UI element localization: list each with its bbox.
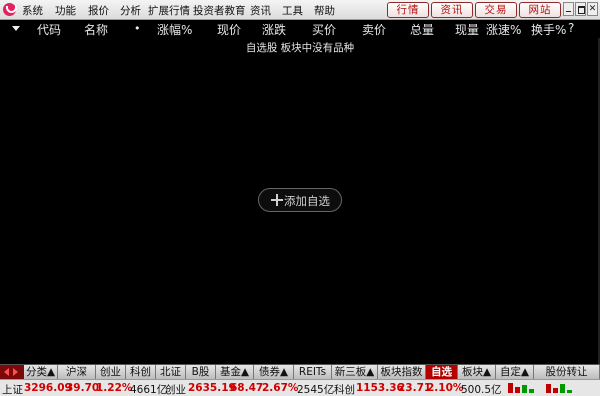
market-breadth-bars-icon	[546, 383, 574, 393]
tab-sectors[interactable]: 板块▲	[458, 365, 496, 379]
minimize-icon[interactable]	[563, 2, 574, 16]
menu-tools[interactable]: 工具	[282, 3, 303, 18]
menu-function[interactable]: 功能	[55, 3, 76, 18]
menu-help[interactable]: 帮助	[314, 3, 335, 18]
kc-index-pct: 2.10%	[427, 382, 464, 394]
menu-quote[interactable]: 报价	[88, 3, 109, 18]
index-status-bar: 上证 3296.09 39.70 1.22% 4661亿 创业 2635.19 …	[0, 379, 600, 396]
add-watchlist-label: 添加自选	[284, 194, 330, 208]
menu-bar: 系统 功能 报价 分析 扩展行情 投资者教育 资讯 工具 帮助 行情 资讯 交易…	[0, 0, 600, 20]
col-price[interactable]: 现价	[217, 21, 241, 38]
arrow-right-icon[interactable]	[13, 368, 18, 376]
sh-index-volume: 4661亿	[130, 384, 168, 396]
sh-index-pct: 1.22%	[96, 382, 133, 394]
tab-b-shares[interactable]: B股	[186, 365, 216, 379]
tab-bonds[interactable]: 债券▲	[254, 365, 294, 379]
arrow-left-icon[interactable]	[4, 368, 9, 376]
maximize-icon[interactable]	[575, 2, 586, 16]
tab-category[interactable]: 分类▲	[24, 365, 58, 379]
app-logo-icon[interactable]	[3, 3, 17, 16]
empty-list-message: 自选股 板块中没有品种	[245, 42, 355, 54]
menu-news[interactable]: 资讯	[250, 3, 271, 18]
add-watchlist-button[interactable]: 添加自选	[258, 188, 342, 212]
menu-system[interactable]: 系统	[22, 3, 43, 18]
kc-index-price: 1153.36	[356, 382, 404, 394]
rise-fall-bars-icon	[508, 383, 536, 393]
tab-beijing[interactable]: 北证	[156, 365, 186, 379]
col-code[interactable]: 代码	[37, 21, 61, 38]
sort-dropdown-icon[interactable]	[12, 26, 20, 31]
market-tab-bar: 分类▲ 沪深 创业 科创 北证 B股 基金▲ 债券▲ REITs 新三板▲ 板块…	[0, 364, 600, 379]
col-turnover-pct[interactable]: 换手%	[531, 21, 566, 38]
kc-index-label[interactable]: 科创	[334, 382, 355, 396]
col-change[interactable]: 涨跌	[262, 21, 286, 38]
trade-button[interactable]: 交易	[475, 2, 517, 18]
plus-icon	[269, 192, 285, 208]
menu-investor-education[interactable]: 投资者教育	[193, 3, 246, 18]
cy-index-change: 68.47	[230, 382, 264, 394]
cy-index-pct: 2.67%	[262, 382, 299, 394]
tab-chinext[interactable]: 创业	[96, 365, 126, 379]
close-icon[interactable]: ✕	[587, 2, 598, 16]
col-current-volume[interactable]: 现量	[455, 21, 479, 38]
tab-shanghai-shenzhen[interactable]: 沪深	[58, 365, 96, 379]
tab-watchlist[interactable]: 自选	[426, 365, 458, 379]
col-name[interactable]: 名称	[84, 21, 108, 38]
col-bid[interactable]: 买价	[312, 21, 336, 38]
tab-custom[interactable]: 自定▲	[496, 365, 534, 379]
col-speed-pct[interactable]: 涨速%	[486, 21, 521, 38]
col-change-pct[interactable]: 涨幅%	[157, 21, 192, 38]
menu-extended-quotes[interactable]: 扩展行情	[148, 3, 190, 18]
tab-funds[interactable]: 基金▲	[216, 365, 254, 379]
news-button[interactable]: 资讯	[431, 2, 473, 18]
cy-index-price: 2635.19	[188, 382, 236, 394]
col-total-volume[interactable]: 总量	[410, 21, 434, 38]
quotes-button[interactable]: 行情	[387, 2, 429, 18]
column-header: 代码 名称 • 涨幅% 现价 涨跌 买价 卖价 总量 现量 涨速% 换手% ?	[0, 20, 600, 38]
col-ask[interactable]: 卖价	[362, 21, 386, 38]
cy-index-volume: 2545亿	[297, 384, 335, 396]
tab-sector-index[interactable]: 板块指数	[378, 365, 426, 379]
header-dot-marker: •	[134, 22, 141, 35]
tab-scroll-arrows[interactable]	[0, 365, 24, 379]
tab-reits[interactable]: REITs	[294, 365, 332, 379]
cy-index-label[interactable]: 创业	[165, 382, 186, 396]
window-controls: ✕	[562, 2, 598, 16]
tab-neeq[interactable]: 新三板▲	[332, 365, 378, 379]
kc-index-volume: 500.5亿	[461, 384, 502, 396]
menu-analysis[interactable]: 分析	[120, 3, 141, 18]
sh-index-price: 3296.09	[24, 382, 72, 394]
website-button[interactable]: 网站	[519, 2, 561, 18]
col-help-icon[interactable]: ?	[568, 21, 574, 35]
tab-star-market[interactable]: 科创	[126, 365, 156, 379]
tab-share-transfer[interactable]: 股份转让	[534, 365, 600, 379]
sh-index-label[interactable]: 上证	[2, 382, 23, 396]
sh-index-change: 39.70	[66, 382, 100, 394]
